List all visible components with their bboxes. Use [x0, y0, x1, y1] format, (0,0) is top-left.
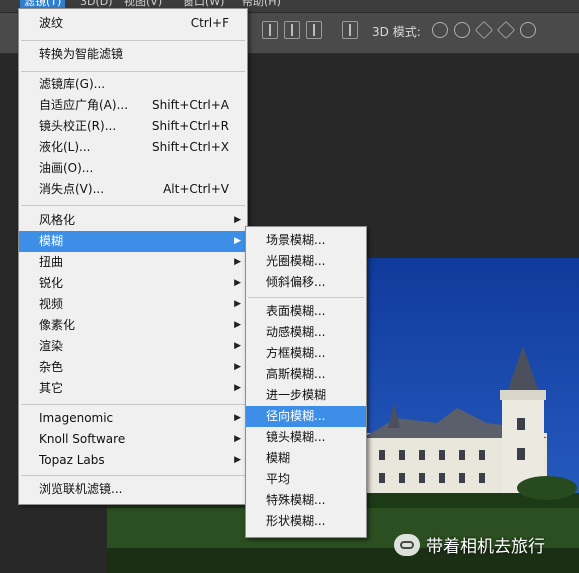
menu-item-pixelate[interactable]: 像素化 ▶ [19, 315, 247, 336]
submenu-item-shape-blur[interactable]: 形状模糊... [246, 511, 366, 532]
menu-item-other[interactable]: 其它 ▶ [19, 378, 247, 399]
submenu-item-motion-blur[interactable]: 动感模糊... [246, 322, 366, 343]
menu-item-ripple[interactable]: 波纹 Ctrl+F [19, 13, 247, 34]
submenu-arrow-icon: ▶ [234, 341, 241, 351]
scale-3d-icon[interactable] [520, 22, 536, 38]
menu-item-blur[interactable]: 模糊 ▶ [19, 231, 247, 252]
submenu-arrow-icon: ▶ [234, 236, 241, 246]
menu-item-distort[interactable]: 扭曲 ▶ [19, 252, 247, 273]
submenu-arrow-icon: ▶ [234, 257, 241, 267]
menu-separator [21, 40, 245, 41]
watermark: 带着相机去旅行 [394, 532, 545, 557]
watermark-text: 带着相机去旅行 [426, 537, 545, 557]
submenu-item-smart-blur[interactable]: 特殊模糊... [246, 490, 366, 511]
distribute-icons [262, 21, 358, 39]
distribute-center-icon[interactable] [284, 21, 300, 39]
menu-separator [21, 404, 245, 405]
menu-item-vanishing-point[interactable]: 消失点(V)... Alt+Ctrl+V [19, 179, 247, 200]
slide-3d-icon[interactable] [496, 20, 516, 40]
submenu-item-blur[interactable]: 模糊 [246, 448, 366, 469]
submenu-item-blur-more[interactable]: 进一步模糊 [246, 385, 366, 406]
3d-mode-icons [432, 20, 536, 40]
menu-item-render[interactable]: 渲染 ▶ [19, 336, 247, 357]
submenu-arrow-icon: ▶ [234, 434, 241, 444]
submenu-arrow-icon: ▶ [234, 455, 241, 465]
menu-item-video[interactable]: 视频 ▶ [19, 294, 247, 315]
menu-item-oil-paint[interactable]: 油画(O)... [19, 158, 247, 179]
filter-menu: 波纹 Ctrl+F 转换为智能滤镜 滤镜库(G)... 自适应广角(A)... … [18, 8, 248, 505]
submenu-arrow-icon: ▶ [234, 383, 241, 393]
submenu-item-field-blur[interactable]: 场景模糊... [246, 230, 366, 251]
menu-item-browse-online-filters[interactable]: 浏览联机滤镜... [19, 479, 247, 500]
menu-item-sharpen[interactable]: 锐化 ▶ [19, 273, 247, 294]
submenu-item-tilt-shift[interactable]: 倾斜偏移... [246, 272, 366, 293]
menu-separator [21, 475, 245, 476]
submenu-arrow-icon: ▶ [234, 320, 241, 330]
menu-filter[interactable]: 滤镜(T) [20, 0, 66, 8]
submenu-item-average[interactable]: 平均 [246, 469, 366, 490]
menu-item-topaz-labs[interactable]: Topaz Labs ▶ [19, 450, 247, 471]
distribute-left-icon[interactable] [262, 21, 278, 39]
submenu-item-box-blur[interactable]: 方框模糊... [246, 343, 366, 364]
submenu-item-radial-blur[interactable]: 径向模糊... [246, 406, 366, 427]
menu-window[interactable]: 窗口(W) [183, 0, 224, 8]
roll-3d-icon[interactable] [454, 22, 470, 38]
menu-item-filter-gallery[interactable]: 滤镜库(G)... [19, 74, 247, 95]
submenu-arrow-icon: ▶ [234, 215, 241, 225]
submenu-item-lens-blur[interactable]: 镜头模糊... [246, 427, 366, 448]
auto-align-icon[interactable] [342, 21, 358, 39]
wechat-logo-icon [394, 533, 420, 556]
menu-item-knoll-software[interactable]: Knoll Software ▶ [19, 429, 247, 450]
3d-mode-label: 3D 模式: [372, 25, 421, 39]
menu-item-noise[interactable]: 杂色 ▶ [19, 357, 247, 378]
submenu-arrow-icon: ▶ [234, 362, 241, 372]
submenu-item-surface-blur[interactable]: 表面模糊... [246, 301, 366, 322]
menu-item-stylize[interactable]: 风格化 ▶ [19, 210, 247, 231]
menu-help[interactable]: 帮助(H) [242, 0, 281, 8]
submenu-arrow-icon: ▶ [234, 299, 241, 309]
menu-separator [248, 297, 364, 298]
submenu-arrow-icon: ▶ [234, 278, 241, 288]
distribute-right-icon[interactable] [306, 21, 322, 39]
menu-item-convert-smart-filter[interactable]: 转换为智能滤镜 [19, 44, 247, 65]
submenu-item-gaussian-blur[interactable]: 高斯模糊... [246, 364, 366, 385]
menu-item-liquify[interactable]: 液化(L)... Shift+Ctrl+X [19, 137, 247, 158]
menu-separator [21, 205, 245, 206]
rotate-3d-icon[interactable] [432, 22, 448, 38]
menu-view[interactable]: 视图(V) [124, 0, 162, 8]
submenu-item-iris-blur[interactable]: 光圈模糊... [246, 251, 366, 272]
menu-item-lens-correction[interactable]: 镜头校正(R)... Shift+Ctrl+R [19, 116, 247, 137]
submenu-arrow-icon: ▶ [234, 413, 241, 423]
blur-submenu: 场景模糊... 光圈模糊... 倾斜偏移... 表面模糊... 动感模糊... … [245, 226, 367, 538]
menu-separator [21, 71, 245, 72]
menu-item-imagenomic[interactable]: Imagenomic ▶ [19, 408, 247, 429]
drag-3d-icon[interactable] [474, 20, 494, 40]
menu-3d[interactable]: 3D(D) [80, 0, 113, 8]
menu-item-adaptive-wide-angle[interactable]: 自适应广角(A)... Shift+Ctrl+A [19, 95, 247, 116]
